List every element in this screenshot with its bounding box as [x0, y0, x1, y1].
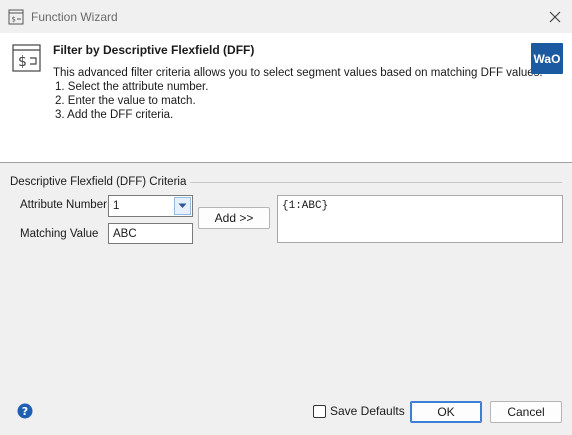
criteria-group-label: Descriptive Flexfield (DFF) Criteria: [10, 176, 191, 188]
wao-logo: WaO: [531, 43, 563, 74]
svg-text:?: ?: [22, 405, 28, 418]
group-divider: [178, 182, 562, 183]
save-defaults-option[interactable]: Save Defaults: [313, 404, 405, 418]
attribute-number-label: Attribute Number: [20, 199, 107, 211]
close-button[interactable]: [542, 4, 568, 30]
ok-button[interactable]: OK: [410, 401, 482, 423]
step-item: 3. Add the DFF criteria.: [55, 109, 174, 121]
help-icon[interactable]: ?: [17, 403, 33, 419]
steps-list: 1. Select the attribute number. 2. Enter…: [53, 80, 543, 122]
wizard-header: $ Filter by Descriptive Flexfield (DFF) …: [0, 33, 572, 163]
window-title: Function Wizard: [31, 10, 118, 24]
header-title: Filter by Descriptive Flexfield (DFF): [53, 43, 255, 57]
dropdown-button[interactable]: [174, 197, 191, 215]
attribute-number-value: 1: [113, 200, 120, 212]
save-defaults-checkbox[interactable]: [313, 404, 326, 418]
title-bar: $ Function Wizard: [0, 0, 572, 33]
save-defaults-label: Save Defaults: [330, 404, 405, 418]
matching-value-label: Matching Value: [20, 228, 99, 240]
svg-text:$: $: [18, 54, 27, 70]
cancel-button[interactable]: Cancel: [490, 401, 562, 423]
chevron-down-icon: [178, 203, 187, 208]
function-wizard-icon: $: [8, 9, 24, 25]
svg-text:$: $: [12, 16, 16, 24]
matching-value-input[interactable]: [108, 223, 193, 244]
description-text: This advanced filter criteria allows you…: [53, 67, 543, 79]
close-icon: [549, 11, 561, 23]
dialog-footer: ? Save Defaults OK Cancel: [0, 394, 572, 435]
add-button[interactable]: Add >>: [198, 207, 270, 229]
dollar-card-icon: $: [12, 44, 41, 72]
attribute-number-select[interactable]: 1: [108, 195, 193, 217]
step-item: 1. Select the attribute number.: [55, 81, 209, 93]
step-item: 2. Enter the value to match.: [55, 95, 196, 107]
header-description: This advanced filter criteria allows you…: [53, 66, 543, 122]
criteria-panel: Descriptive Flexfield (DFF) Criteria Att…: [0, 164, 572, 394]
criteria-result-box[interactable]: {1:ABC}: [277, 195, 563, 243]
